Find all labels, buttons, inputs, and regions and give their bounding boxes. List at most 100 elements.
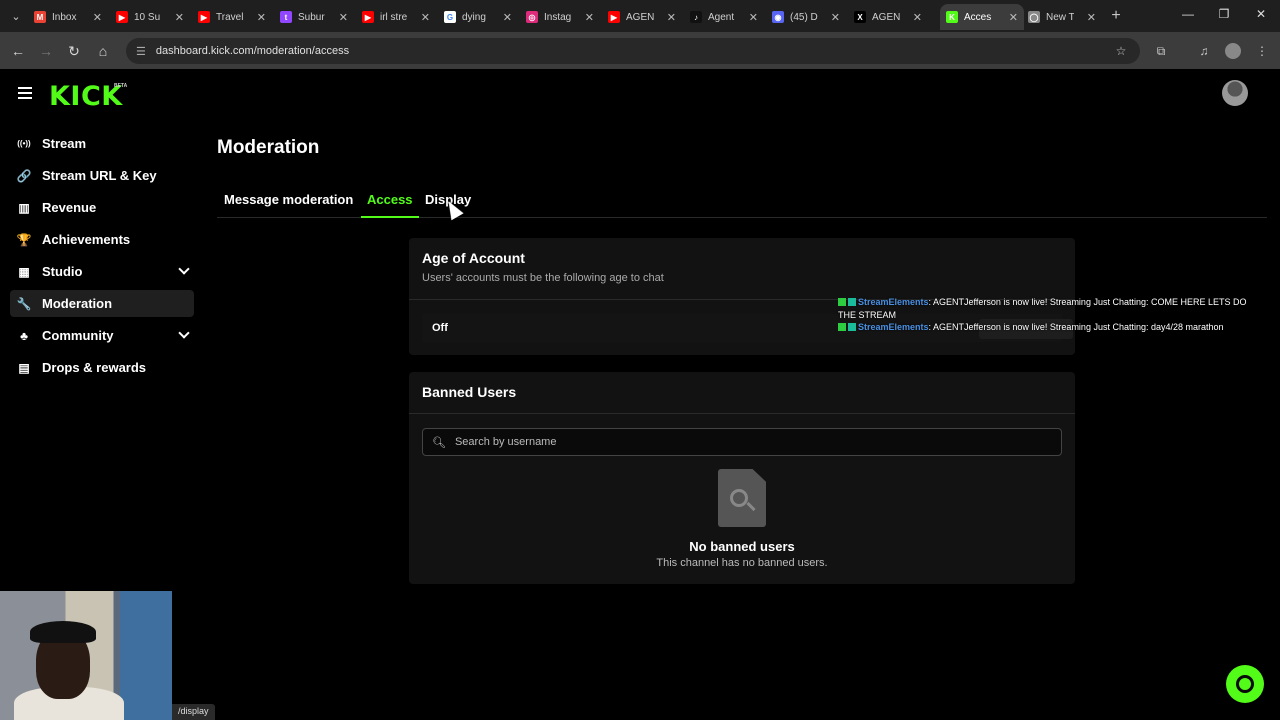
chrome-icon: ◯ — [1028, 11, 1040, 23]
close-tab-icon[interactable]: ✕ — [417, 11, 430, 24]
close-tab-icon[interactable]: ✕ — [745, 11, 758, 24]
banned-search-field[interactable]: 🔍︎ — [422, 428, 1062, 456]
close-tab-icon[interactable]: ✕ — [663, 11, 676, 24]
close-tab-icon[interactable]: ✕ — [89, 11, 102, 24]
x-icon: X — [854, 11, 866, 23]
tab-message-moderation[interactable]: Message moderation — [224, 192, 353, 207]
user-avatar[interactable] — [1222, 80, 1248, 106]
support-chat-button[interactable] — [1226, 665, 1264, 703]
media-controls-icon[interactable]: ♫ — [1196, 43, 1212, 59]
webcam-overlay — [0, 591, 172, 720]
profile-icon[interactable] — [1225, 43, 1241, 59]
tab-title: Travel — [216, 11, 244, 23]
browser-tab[interactable]: K Acces ✕ — [940, 4, 1024, 30]
chat-username: StreamElements — [858, 322, 929, 332]
sidebar-item-stream-url-key[interactable]: 🔗 Stream URL & Key — [10, 162, 194, 189]
page-title: Moderation — [217, 137, 320, 158]
browser-tab[interactable]: ◉ (45) D ✕ — [766, 4, 846, 30]
new-tab-plus-icon[interactable]: + — [1106, 6, 1126, 26]
browser-tab[interactable]: t Subur ✕ — [274, 4, 354, 30]
banned-users-card: Banned Users 🔍︎ No banned users This cha… — [409, 372, 1075, 584]
empty-state-subtitle: This channel has no banned users. — [656, 557, 828, 569]
close-tab-icon[interactable]: ✕ — [499, 11, 512, 24]
menu-kebab-icon[interactable]: ⋮ — [1254, 43, 1270, 59]
sidebar-item-label: Moderation — [42, 296, 113, 311]
kick-logo[interactable]: KICK — [49, 81, 123, 112]
sidebar-item-community[interactable]: ♣ Community — [10, 322, 194, 349]
twitch-icon: t — [280, 11, 292, 23]
browser-tab[interactable]: ▶ Travel ✕ — [192, 4, 272, 30]
browser-tab[interactable]: ▶ 10 Su ✕ — [110, 4, 190, 30]
sidebar-item-stream[interactable]: ((•)) Stream — [10, 130, 194, 157]
tab-title: (45) D — [790, 11, 818, 23]
browser-tab[interactable]: ◯ New T ✕ — [1022, 4, 1102, 30]
browser-tab[interactable]: X AGEN ✕ — [848, 4, 928, 30]
sidebar-item-label: Stream URL & Key — [42, 168, 157, 183]
close-tab-icon[interactable]: ✕ — [171, 11, 184, 24]
sidebar-item-achievements[interactable]: 🏆 Achievements — [10, 226, 194, 253]
sidebar-item-label: Community — [42, 328, 114, 343]
close-tab-icon[interactable]: ✕ — [827, 11, 840, 24]
sidebar-item-label: Achievements — [42, 232, 131, 247]
close-tab-icon[interactable]: ✕ — [909, 11, 922, 24]
tab-title: AGEN — [626, 11, 654, 23]
tab-title: Subur — [298, 11, 325, 23]
chat-message: StreamElements: AGENTJefferson is now li… — [838, 321, 1258, 334]
sidebar-item-label: Revenue — [42, 200, 97, 215]
broadcast-icon: ((•)) — [17, 139, 31, 148]
youtube-icon: ▶ — [198, 11, 210, 23]
close-tab-icon[interactable]: ✕ — [253, 11, 266, 24]
sidebar-item-revenue[interactable]: ▥ Revenue — [10, 194, 194, 221]
browser-tab[interactable]: ▶ irl stre ✕ — [356, 4, 436, 30]
browser-tab[interactable]: ♪ Agent ✕ — [684, 4, 764, 30]
tab-title: dying — [462, 11, 486, 23]
tiktok-icon: ♪ — [690, 11, 702, 23]
bot-badge-icon — [848, 323, 856, 331]
hamburger-menu-icon[interactable] — [18, 87, 32, 102]
chat-username: StreamElements — [858, 297, 929, 307]
divider — [409, 413, 1075, 414]
browser-tab[interactable]: Gdying ✕ — [438, 4, 518, 30]
sidebar-item-studio[interactable]: ▦ Studio — [10, 258, 194, 285]
reload-icon[interactable]: ↻ — [65, 42, 83, 60]
site-info-icon[interactable]: ☰ — [136, 45, 146, 58]
search-input[interactable] — [452, 435, 1033, 449]
forward-arrow-icon[interactable]: → — [37, 42, 55, 60]
verified-badge-icon — [838, 323, 846, 331]
beta-badge: BETA — [114, 83, 128, 89]
extensions-icon[interactable]: ⧉ — [1153, 43, 1169, 59]
sidebar-item-drops-rewards[interactable]: ▤ Drops & rewards — [10, 354, 194, 381]
headset-icon — [1236, 675, 1254, 693]
browser-tab[interactable]: M Inbox ✕ — [28, 4, 108, 30]
bot-badge-icon — [848, 298, 856, 306]
tab-title: Instag — [544, 11, 572, 23]
tab-search-chevron-icon[interactable]: ⌄ — [6, 6, 26, 26]
chat-message: StreamElements: AGENTJefferson is now li… — [838, 296, 1258, 321]
gmail-icon: M — [34, 11, 46, 23]
tab-title: New T — [1046, 11, 1074, 23]
minimize-icon[interactable]: — — [1178, 7, 1198, 21]
restore-icon[interactable]: ❐ — [1214, 7, 1234, 21]
community-icon: ♣ — [20, 328, 28, 343]
close-tab-icon[interactable]: ✕ — [1005, 11, 1018, 24]
close-tab-icon[interactable]: ✕ — [581, 11, 594, 24]
browser-tab[interactable]: ▶ AGEN ✕ — [602, 4, 682, 30]
chevron-down-icon[interactable] — [178, 327, 190, 339]
bookmark-star-icon[interactable]: ☆ — [1113, 43, 1129, 59]
home-icon[interactable]: ⌂ — [94, 42, 112, 60]
browser-tab[interactable]: ◎ Instag ✕ — [520, 4, 600, 30]
sidebar-item-label: Studio — [42, 264, 83, 279]
sidebar-item-moderation[interactable]: 🔧 Moderation — [10, 290, 194, 317]
wrench-icon: 🔧 — [16, 296, 32, 311]
sidebar-item-label: Stream — [42, 136, 87, 151]
close-tab-icon[interactable]: ✕ — [335, 11, 348, 24]
tab-access[interactable]: Access — [367, 192, 413, 207]
close-window-icon[interactable]: ✕ — [1251, 7, 1271, 21]
close-tab-icon[interactable]: ✕ — [1083, 11, 1096, 24]
chevron-down-icon[interactable] — [178, 263, 190, 275]
address-bar[interactable]: ☰ dashboard.kick.com/moderation/access — [126, 38, 1140, 64]
youtube-icon: ▶ — [608, 11, 620, 23]
back-arrow-icon[interactable]: ← — [9, 42, 27, 60]
tab-title: irl stre — [380, 11, 408, 23]
url-text: dashboard.kick.com/moderation/access — [155, 45, 350, 57]
